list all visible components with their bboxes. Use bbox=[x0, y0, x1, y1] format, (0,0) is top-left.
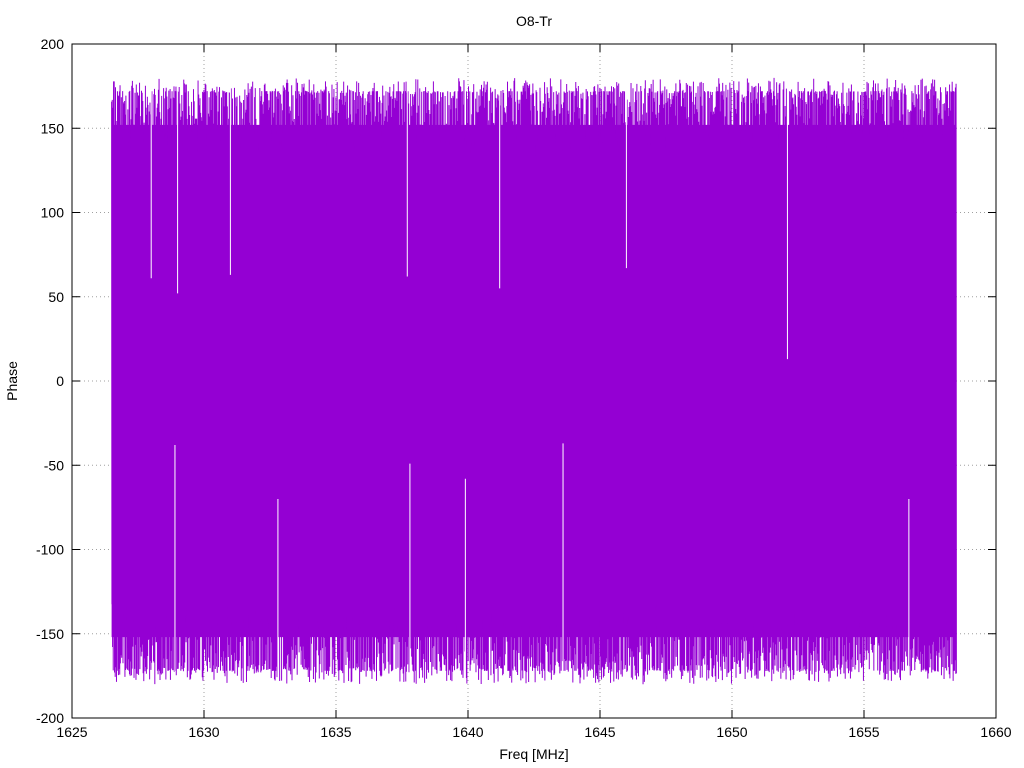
series-phase-line bbox=[111, 77, 957, 685]
y-tick-label: 100 bbox=[41, 205, 65, 221]
x-tick-label: 1635 bbox=[320, 724, 351, 740]
y-tick-label: -200 bbox=[36, 710, 64, 726]
x-tick-label: 1625 bbox=[56, 724, 87, 740]
y-tick-label: -150 bbox=[36, 626, 64, 642]
x-tick-label: 1645 bbox=[584, 724, 615, 740]
series-phase-path bbox=[111, 77, 957, 685]
x-tick-label: 1640 bbox=[452, 724, 483, 740]
x-tick-label: 1650 bbox=[716, 724, 747, 740]
y-tick-label: -100 bbox=[36, 542, 64, 558]
y-axis-title: Phase bbox=[4, 361, 20, 401]
y-tick-label: 150 bbox=[41, 120, 65, 136]
y-tick-label: 0 bbox=[56, 373, 64, 389]
y-tick-label: -50 bbox=[44, 457, 64, 473]
x-tick-label: 1655 bbox=[848, 724, 879, 740]
y-tick-label: 200 bbox=[41, 36, 65, 52]
x-tick-label: 1630 bbox=[188, 724, 219, 740]
x-tick-label: 1660 bbox=[980, 724, 1011, 740]
chart-svg: 1625 1630 1635 1640 1645 1650 1655 1660 -200 -150… bbox=[4, 13, 1012, 762]
x-axis-title: Freq [MHz] bbox=[499, 746, 568, 762]
y-tick-label: 50 bbox=[48, 289, 64, 305]
chart-title: O8-Tr bbox=[516, 13, 552, 29]
